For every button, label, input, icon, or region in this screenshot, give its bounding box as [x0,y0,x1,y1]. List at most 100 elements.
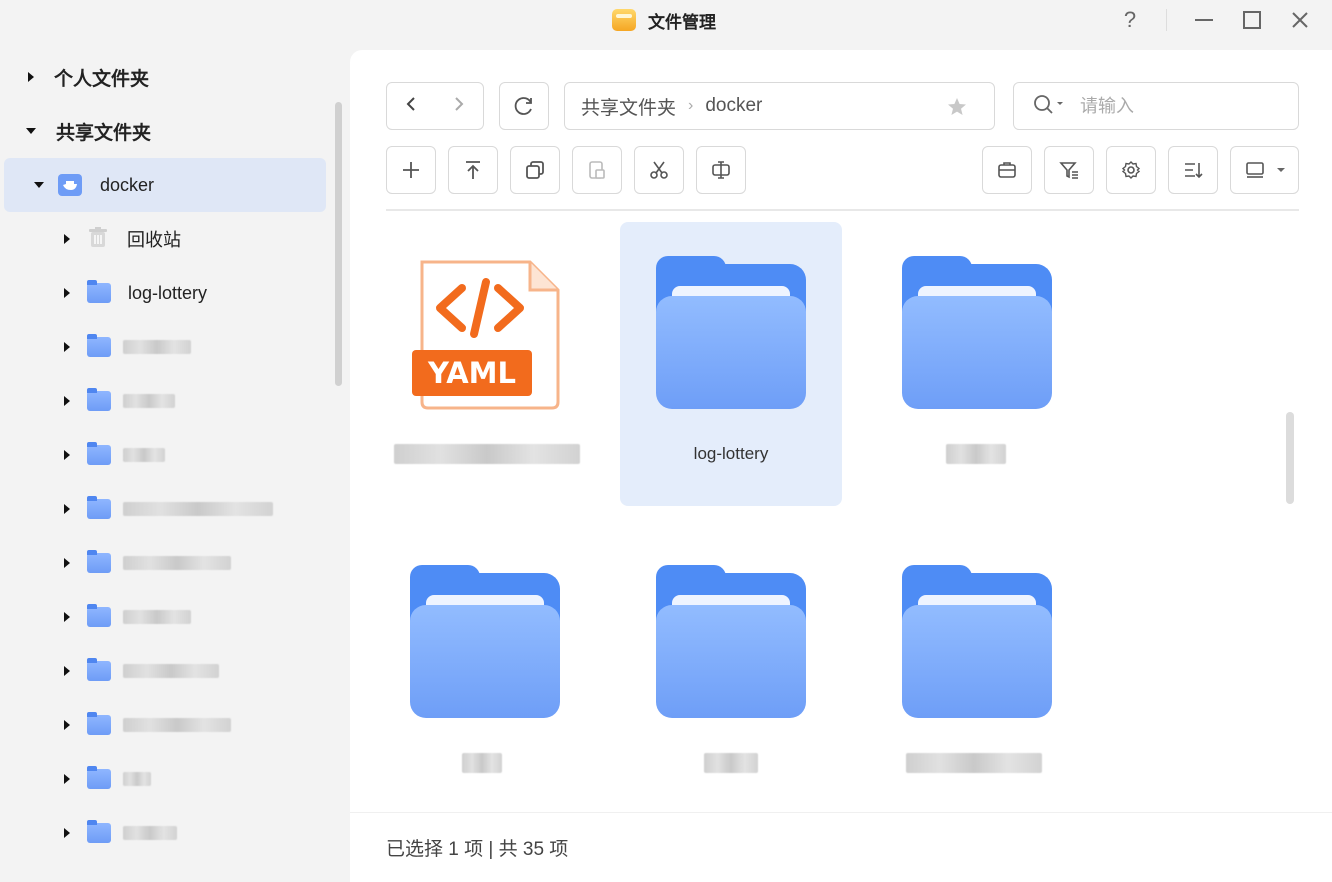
star-icon [948,98,966,115]
sidebar-item-folder[interactable] [4,752,326,806]
expand-caret-icon[interactable] [64,288,70,298]
back-button[interactable] [402,95,420,118]
expand-caret-icon[interactable] [64,666,70,676]
collapse-caret-icon[interactable] [26,128,36,134]
rename-button[interactable] [696,146,746,194]
grid-item-folder[interactable] [866,222,1088,506]
nav-button-group [386,82,484,130]
forward-button[interactable] [450,95,468,118]
gear-icon [1121,161,1141,179]
sidebar-item-folder[interactable] [4,428,326,482]
status-divider [350,812,1332,813]
cut-button[interactable] [634,146,684,194]
paste-button[interactable] [572,146,622,194]
toolbox-button[interactable] [982,146,1032,194]
new-button[interactable] [386,146,436,194]
folder-icon [410,565,560,718]
breadcrumb: 共享文件夹 › docker [564,82,995,130]
refresh-button[interactable] [499,82,549,130]
folder-icon [656,256,806,409]
expand-caret-icon[interactable] [64,504,70,514]
main-scrollbar[interactable] [1286,412,1294,504]
filter-icon [1059,162,1078,179]
sidebar-item-personal[interactable]: 个人文件夹 [4,50,326,104]
grid-item-folder[interactable] [620,531,842,815]
sidebar-item-folder[interactable] [4,806,326,860]
sidebar-item-label: 回收站 [127,230,181,250]
maximize-button[interactable] [1238,6,1266,34]
expand-caret-icon[interactable] [64,720,70,730]
copy-button[interactable] [510,146,560,194]
sidebar: 个人文件夹 共享文件夹 docker 回收站 log-lottery [0,50,350,882]
close-button[interactable] [1286,6,1314,34]
folder-icon [87,280,111,303]
file-name [704,753,758,773]
plus-icon [403,162,419,178]
sidebar-scrollbar[interactable] [335,102,342,386]
folder-icon [87,496,111,519]
main-panel: 共享文件夹 › docker 请输入 YAML log-lottery 已选择 … [350,50,1332,882]
sort-button[interactable] [1168,146,1218,194]
chevron-right-icon: › [688,97,694,114]
file-name [906,753,1042,773]
title-bar: 文件管理 ? [0,0,1332,40]
folder-icon [87,658,111,681]
upload-button[interactable] [448,146,498,194]
sidebar-item-folder[interactable] [4,698,326,752]
favorite-star-button[interactable] [946,96,968,124]
expand-caret-icon[interactable] [64,396,70,406]
folder-icon [656,565,806,718]
view-mode-icon [1245,162,1264,178]
sidebar-item-folder[interactable] [4,320,326,374]
sidebar-item-log-lottery[interactable]: log-lottery [4,266,326,320]
sidebar-item-recycle[interactable]: 回收站 [4,212,326,266]
minimize-button[interactable] [1190,6,1218,34]
breadcrumb-item-docker[interactable]: docker [705,95,762,117]
settings-button[interactable] [1106,146,1156,194]
chevron-left-icon [406,96,415,111]
app-title: 文件管理 [612,8,716,32]
sidebar-item-label: log-lottery [128,282,208,303]
filter-button[interactable] [1044,146,1094,194]
expand-caret-icon[interactable] [64,234,70,244]
help-button[interactable]: ? [1116,6,1144,34]
folder-icon [87,820,111,843]
sidebar-item-folder[interactable] [4,374,326,428]
grid-item-folder[interactable] [866,531,1088,815]
folder-icon [87,550,111,573]
expand-caret-icon[interactable] [64,828,70,838]
file-name: log-lottery [693,444,769,463]
sidebar-item-label [123,772,151,786]
sort-icon [1185,163,1203,179]
expand-caret-icon[interactable] [64,774,70,784]
expand-caret-icon[interactable] [64,558,70,568]
expand-caret-icon[interactable] [28,72,34,82]
folder-icon [902,256,1052,409]
sidebar-item-label [123,610,191,624]
expand-caret-icon[interactable] [64,450,70,460]
sidebar-item-docker[interactable]: docker [4,158,326,212]
search-box[interactable] [1013,82,1299,130]
sidebar-item-folder[interactable] [4,590,326,644]
file-name [462,753,502,773]
folder-icon [87,712,111,735]
status-text: 已选择 1 项 | 共 35 项 [386,839,569,860]
sidebar-item-label: 个人文件夹 [54,68,150,90]
sidebar-item-folder[interactable] [4,536,326,590]
grid-item-yaml[interactable]: YAML [374,222,596,506]
caret-down-icon [1276,168,1285,172]
expand-caret-icon[interactable] [64,612,70,622]
search-icon[interactable] [1032,93,1066,120]
collapse-caret-icon[interactable] [34,182,44,188]
view-mode-button[interactable] [1230,146,1299,194]
sidebar-item-folder[interactable] [4,482,326,536]
search-input[interactable] [1080,95,1260,117]
expand-caret-icon[interactable] [64,342,70,352]
grid-item-log-lottery[interactable]: log-lottery [620,222,842,506]
scissors-icon [650,161,668,179]
sidebar-item-shared[interactable]: 共享文件夹 [4,104,326,158]
grid-item-folder[interactable] [374,531,596,815]
breadcrumb-item-shared[interactable]: 共享文件夹 [581,93,676,120]
sidebar-item-folder[interactable] [4,644,326,698]
yaml-badge: YAML [427,356,516,390]
